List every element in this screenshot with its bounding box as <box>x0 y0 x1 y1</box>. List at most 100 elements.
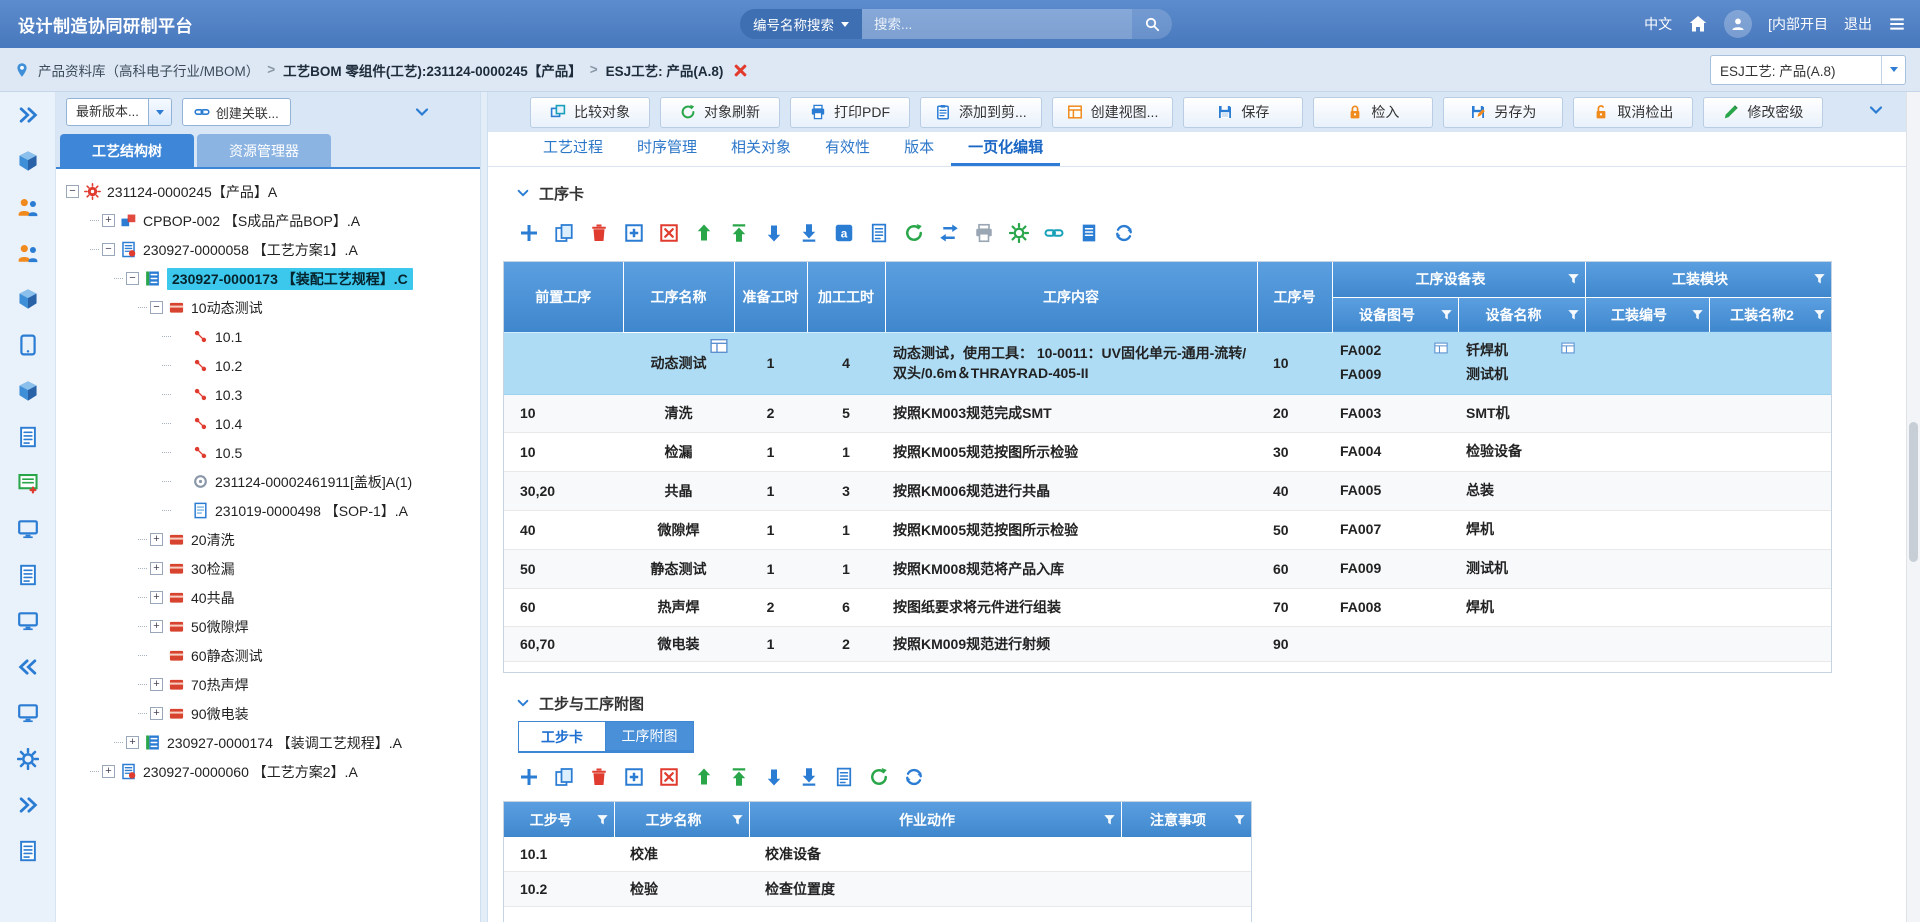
tree-node[interactable]: +230927-0000174 【装调工艺规程】.A <box>60 728 476 757</box>
tree-node[interactable]: 10.5 <box>60 438 476 467</box>
tab-related-objects[interactable]: 相关对象 <box>714 133 808 166</box>
doc-fill-icon[interactable] <box>1079 223 1099 243</box>
cancel-icon[interactable] <box>659 767 679 787</box>
tree-node[interactable]: −231124-0000245【产品】A <box>60 177 476 206</box>
cube-icon[interactable] <box>17 288 39 310</box>
monitor-icon[interactable] <box>17 518 39 540</box>
cube-icon[interactable] <box>17 150 39 172</box>
filter-icon[interactable] <box>1567 308 1580 321</box>
tree-node[interactable]: 60静态测试 <box>60 641 476 670</box>
sync-icon[interactable] <box>1114 223 1134 243</box>
refresh-icon[interactable] <box>904 223 924 243</box>
refresh-icon[interactable] <box>869 767 889 787</box>
process-table-row[interactable]: 60,70微电装12按照KM009规范进行射频90 <box>504 627 1831 662</box>
edit-card-icon[interactable] <box>1561 341 1575 355</box>
menu-icon[interactable] <box>1888 15 1906 33</box>
tree-node[interactable]: +90微电装 <box>60 699 476 728</box>
process-table-row[interactable]: 动态测试14动态测试，使用工具： 10-0011：UV固化单元-通用-流转/双头… <box>504 332 1831 394</box>
tree-expander[interactable]: + <box>126 736 139 749</box>
column-header[interactable]: 工步名称 <box>614 802 749 837</box>
users-icon[interactable] <box>17 242 39 264</box>
chevron-down-icon[interactable] <box>1868 102 1884 118</box>
copy-icon[interactable] <box>554 223 574 243</box>
tree-node[interactable]: +50微隙焊 <box>60 612 476 641</box>
tree-expander[interactable]: + <box>102 214 115 227</box>
create-relation-button[interactable]: 创建关联... <box>182 98 291 126</box>
filter-icon[interactable] <box>596 813 609 826</box>
modify-security-button[interactable]: 修改密级 <box>1703 97 1823 128</box>
edit-card-icon[interactable] <box>710 337 728 355</box>
tree-expander[interactable]: + <box>150 591 163 604</box>
insert-icon[interactable] <box>624 767 644 787</box>
monitor-icon[interactable] <box>17 702 39 724</box>
move-bottom-icon[interactable] <box>799 223 819 243</box>
save-button[interactable]: 保存 <box>1183 97 1303 128</box>
tab-process-structure-tree[interactable]: 工艺结构树 <box>60 134 194 167</box>
tree-node[interactable]: 10.2 <box>60 351 476 380</box>
print-gray-icon[interactable] <box>974 223 994 243</box>
doc-icon[interactable] <box>17 564 39 586</box>
filter-icon[interactable] <box>1440 308 1453 321</box>
tree-node[interactable]: +40共晶 <box>60 583 476 612</box>
tree-expander[interactable]: + <box>150 678 163 691</box>
column-header[interactable]: 作业动作 <box>749 802 1121 837</box>
delete-icon[interactable] <box>589 223 609 243</box>
tab-timing-management[interactable]: 时序管理 <box>620 133 714 166</box>
tree-node[interactable]: 10.3 <box>60 380 476 409</box>
move-up-icon[interactable] <box>694 767 714 787</box>
search-button[interactable] <box>1132 9 1172 39</box>
chevrons-right-icon[interactable] <box>17 794 39 816</box>
breadcrumb-item[interactable]: 产品资料库（高科电子行业/MBOM） <box>38 60 259 80</box>
tree-expander[interactable]: − <box>150 301 163 314</box>
link-icon[interactable] <box>1044 223 1064 243</box>
move-down-icon[interactable] <box>764 767 784 787</box>
move-down-icon[interactable] <box>764 223 784 243</box>
column-header[interactable]: 工序号 <box>1257 262 1332 332</box>
cube-icon[interactable] <box>17 380 39 402</box>
process-table-row[interactable]: 30,20共晶13按照KM006规范进行共晶40FA005总装 <box>504 472 1831 511</box>
tree-node[interactable]: 10.4 <box>60 409 476 438</box>
tree-expander[interactable]: − <box>126 272 139 285</box>
breadcrumb-item[interactable]: 工艺BOM 零组件(工艺):231124-0000245【产品】 <box>283 60 582 80</box>
column-header[interactable]: 工步号 <box>504 802 614 837</box>
filter-icon[interactable] <box>1233 813 1246 826</box>
move-top-icon[interactable] <box>729 223 749 243</box>
step-table-row[interactable]: 10.1校准校准设备 <box>504 837 1251 872</box>
column-header[interactable]: 工装编号 <box>1585 297 1709 332</box>
print-pdf-button[interactable]: 打印PDF <box>790 97 910 128</box>
user-avatar[interactable] <box>1724 10 1752 38</box>
close-icon[interactable] <box>733 63 747 77</box>
tree-node[interactable]: 231019-0000498 【SOP-1】.A <box>60 496 476 525</box>
home-icon[interactable] <box>1688 14 1708 34</box>
tab-operation-attachment[interactable]: 工序附图 <box>606 721 694 751</box>
cancel-checkout-button[interactable]: 取消检出 <box>1573 97 1693 128</box>
panel-splitter[interactable] <box>480 92 488 922</box>
cancel-icon[interactable] <box>659 223 679 243</box>
process-table-row[interactable]: 10检漏11按照KM005规范按图所示检验30FA004检验设备 <box>504 433 1831 472</box>
process-table-row[interactable]: 10清洗25按照KM003规范完成SMT20FA003SMT机 <box>504 394 1831 433</box>
search-category-dropdown[interactable]: 编号名称搜索 <box>740 9 862 39</box>
chevrons-right-icon[interactable] <box>17 104 39 126</box>
find-icon[interactable]: a <box>834 223 854 243</box>
column-header[interactable]: 加工工时 <box>807 262 885 332</box>
delete-icon[interactable] <box>589 767 609 787</box>
gear-green-icon[interactable] <box>1009 223 1029 243</box>
add-icon[interactable] <box>519 223 539 243</box>
tree-node[interactable]: +20清洗 <box>60 525 476 554</box>
gear-blue-icon[interactable] <box>17 748 39 770</box>
move-up-icon[interactable] <box>694 223 714 243</box>
doc-icon[interactable] <box>869 223 889 243</box>
insert-icon[interactable] <box>624 223 644 243</box>
tree-node[interactable]: −10动态测试 <box>60 293 476 322</box>
tab-step-card[interactable]: 工步卡 <box>518 721 606 751</box>
move-bottom-icon[interactable] <box>799 767 819 787</box>
breadcrumb-item[interactable]: ESJ工艺: 产品(A.8) <box>606 60 724 80</box>
tree-expander[interactable]: + <box>150 707 163 720</box>
tree-expander[interactable]: − <box>102 243 115 256</box>
compare-objects-button[interactable]: 比较对象 <box>530 97 650 128</box>
tree-node[interactable]: −230927-0000173 【装配工艺规程】.C <box>60 264 476 293</box>
add-icon[interactable] <box>519 767 539 787</box>
page-scrollbar[interactable] <box>1906 92 1920 922</box>
tree-node[interactable]: +70热声焊 <box>60 670 476 699</box>
filter-icon[interactable] <box>1691 308 1704 321</box>
